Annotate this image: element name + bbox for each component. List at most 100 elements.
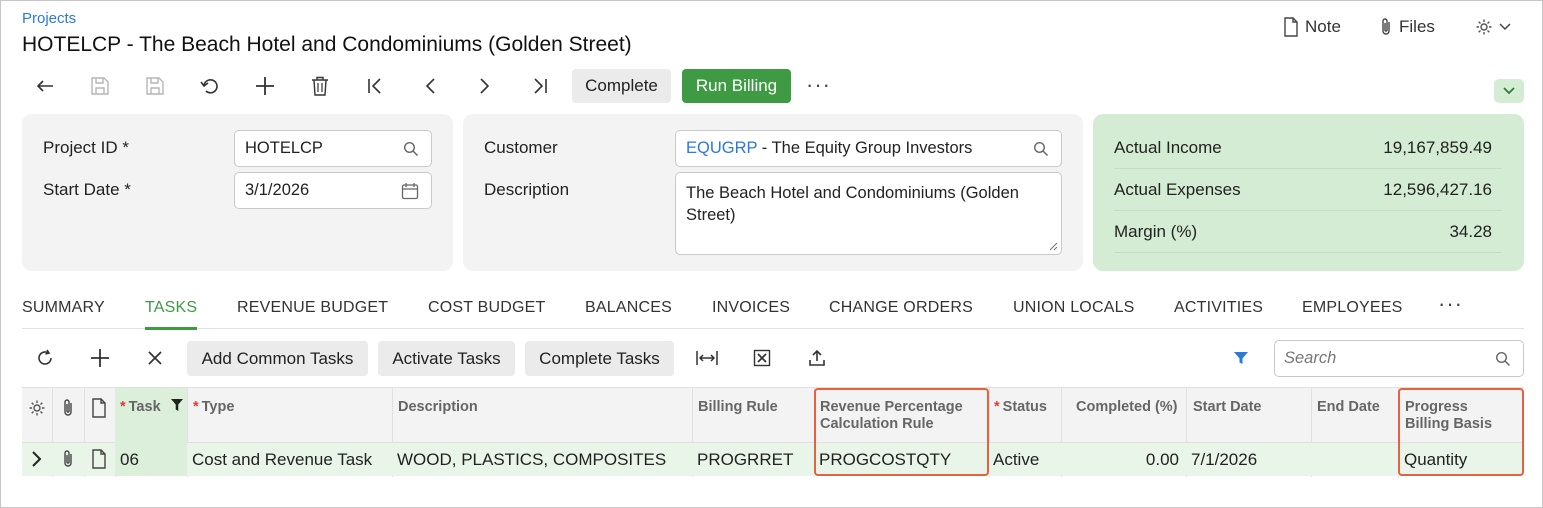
summary-row: Actual Expenses 12,596,427.16 xyxy=(1114,169,1502,211)
tab-cost-budget[interactable]: COST BUDGET xyxy=(428,299,545,317)
column-header-type[interactable]: * Type xyxy=(193,399,234,416)
chevron-down-icon xyxy=(1503,87,1515,95)
previous-record-icon[interactable] xyxy=(415,71,445,101)
search-input[interactable]: Search xyxy=(1274,340,1524,377)
paperclip-icon xyxy=(1379,17,1393,37)
tab-summary[interactable]: SUMMARY xyxy=(22,299,105,317)
chevron-down-icon xyxy=(1499,23,1511,31)
summary-value: 34.28 xyxy=(1449,222,1492,241)
delete-icon[interactable] xyxy=(305,71,335,101)
gear-icon xyxy=(1475,18,1493,36)
app-window: Projects HOTELCP - The Beach Hotel and C… xyxy=(0,0,1543,508)
column-header-description[interactable]: Description xyxy=(398,399,478,416)
summary-label: Margin (%) xyxy=(1114,222,1198,241)
task-start-date: 7/1/2026 xyxy=(1191,450,1258,469)
undo-icon[interactable] xyxy=(195,71,225,101)
note-column-icon xyxy=(91,398,107,418)
tab-tasks[interactable]: TASKS xyxy=(145,299,197,317)
search-icon[interactable] xyxy=(1495,351,1511,367)
start-date-label: Start Date * xyxy=(43,180,131,199)
first-record-icon[interactable] xyxy=(360,71,390,101)
tab-activities[interactable]: ACTIVITIES xyxy=(1174,299,1263,317)
fit-columns-icon[interactable] xyxy=(692,343,722,373)
customer-field[interactable]: EQUGRP - The Equity Group Investors xyxy=(675,130,1062,167)
run-billing-button[interactable]: Run Billing xyxy=(682,69,791,103)
summary-row: Margin (%) 34.28 xyxy=(1114,211,1502,253)
summary-label: Actual Income xyxy=(1114,138,1222,157)
collapse-header-button[interactable] xyxy=(1494,79,1524,103)
start-date-value: 3/1/2026 xyxy=(245,181,310,199)
start-date-field[interactable]: 3/1/2026 xyxy=(234,172,432,209)
column-header-status[interactable]: * Status xyxy=(994,399,1047,416)
files-button[interactable]: Files xyxy=(1379,17,1435,37)
complete-tasks-button[interactable]: Complete Tasks xyxy=(525,341,674,376)
billing-rule-link[interactable]: PROGRRET xyxy=(697,450,793,470)
tab-union-locals[interactable]: UNION LOCALS xyxy=(1013,299,1135,317)
note-icon xyxy=(1283,17,1299,37)
more-actions-button[interactable]: ··· xyxy=(806,74,831,96)
row-paperclip-icon[interactable] xyxy=(61,449,75,469)
customer-label: Customer xyxy=(484,138,558,157)
column-header-revenue-pct-rule[interactable]: Revenue Percentage Calculation Rule xyxy=(820,399,963,433)
task-id-link[interactable]: 06 xyxy=(120,450,139,470)
save-close-icon[interactable] xyxy=(85,71,115,101)
tab-change-orders[interactable]: CHANGE ORDERS xyxy=(829,299,973,317)
settings-menu-button[interactable] xyxy=(1475,18,1511,36)
summary-row: Actual Income 19,167,859.49 xyxy=(1114,127,1502,169)
project-id-value: HOTELCP xyxy=(245,139,323,157)
search-icon[interactable] xyxy=(403,141,419,157)
delete-row-icon[interactable] xyxy=(140,343,170,373)
column-header-end-date[interactable]: End Date xyxy=(1317,399,1380,416)
revenue-pct-rule-link[interactable]: PROGCOSTQTY xyxy=(819,450,951,470)
task-progress-billing-basis: Quantity xyxy=(1404,450,1468,469)
back-icon[interactable] xyxy=(30,71,60,101)
add-row-icon[interactable] xyxy=(85,343,115,373)
calendar-icon[interactable] xyxy=(401,182,419,200)
last-record-icon[interactable] xyxy=(525,71,555,101)
add-common-tasks-button[interactable]: Add Common Tasks xyxy=(187,341,368,376)
tab-invoices[interactable]: INVOICES xyxy=(712,299,790,317)
filter-icon[interactable] xyxy=(1226,343,1256,373)
complete-button[interactable]: Complete xyxy=(572,69,671,103)
add-icon[interactable] xyxy=(250,71,280,101)
filter-active-icon[interactable] xyxy=(171,399,183,412)
column-header-task[interactable]: * Task xyxy=(120,399,161,416)
expand-row-chevron-right-icon[interactable] xyxy=(30,450,42,468)
column-header-start-date[interactable]: Start Date xyxy=(1193,399,1262,416)
next-record-icon[interactable] xyxy=(470,71,500,101)
task-status: Active xyxy=(993,450,1040,469)
description-label: Description xyxy=(484,180,570,199)
customer-value: EQUGRP - The Equity Group Investors xyxy=(686,139,972,158)
customer-name: - The Equity Group Investors xyxy=(757,139,973,157)
breadcrumb[interactable]: Projects xyxy=(22,10,76,27)
description-textarea[interactable]: The Beach Hotel and Condominiums (Golden… xyxy=(675,172,1062,255)
refresh-icon[interactable] xyxy=(30,343,60,373)
search-placeholder: Search xyxy=(1284,349,1337,367)
search-icon[interactable] xyxy=(1033,141,1049,157)
row-note-icon[interactable] xyxy=(91,449,107,469)
column-header-progress-billing-basis[interactable]: Progress Billing Basis xyxy=(1405,399,1492,433)
summary-value: 12,596,427.16 xyxy=(1383,180,1492,199)
column-header-completed[interactable]: Completed (%) xyxy=(1076,399,1178,416)
summary-value: 19,167,859.49 xyxy=(1383,138,1492,157)
column-settings-gear-icon[interactable] xyxy=(28,399,46,417)
customer-code-link[interactable]: EQUGRP xyxy=(686,139,757,157)
column-header-billing-rule[interactable]: Billing Rule xyxy=(698,399,778,416)
tab-balances[interactable]: BALANCES xyxy=(585,299,672,317)
export-excel-icon[interactable] xyxy=(747,343,777,373)
project-id-label: Project ID * xyxy=(43,138,129,157)
resize-handle-icon[interactable] xyxy=(1049,242,1058,251)
save-icon[interactable] xyxy=(140,71,170,101)
tab-employees[interactable]: EMPLOYEES xyxy=(1302,299,1403,317)
activate-tasks-button[interactable]: Activate Tasks xyxy=(378,341,515,376)
tab-bar-divider xyxy=(22,328,1524,329)
files-label: Files xyxy=(1399,17,1435,36)
project-id-field[interactable]: HOTELCP xyxy=(234,130,432,167)
tab-revenue-budget[interactable]: REVENUE BUDGET xyxy=(237,299,388,317)
note-label: Note xyxy=(1305,17,1341,36)
attachment-column-paperclip-icon xyxy=(61,398,75,418)
more-tabs-button[interactable]: ··· xyxy=(1438,293,1463,315)
upload-icon[interactable] xyxy=(802,343,832,373)
task-description: WOOD, PLASTICS, COMPOSITES xyxy=(397,450,667,469)
note-button[interactable]: Note xyxy=(1283,17,1341,37)
